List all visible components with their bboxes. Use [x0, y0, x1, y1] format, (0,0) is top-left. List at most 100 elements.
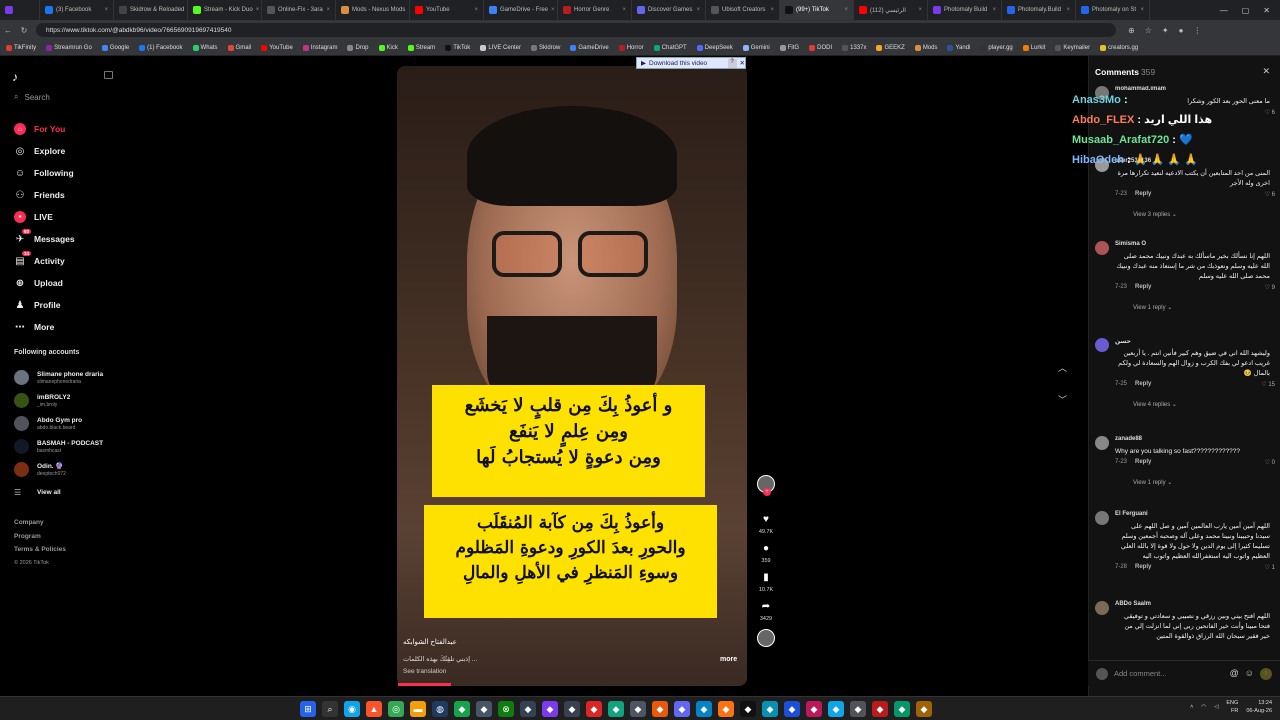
nav-item-activity[interactable]: ▤ 34 Activity: [14, 250, 75, 272]
close-icon[interactable]: ✕: [1263, 6, 1270, 15]
footer-company-link[interactable]: Company: [14, 516, 66, 530]
previous-video-icon[interactable]: ︿: [1058, 352, 1067, 384]
video-author[interactable]: عبدالفتاح الشوابكه: [403, 638, 457, 646]
profile-icon[interactable]: ●: [1179, 26, 1184, 35]
close-comments-icon[interactable]: ✕: [1262, 66, 1270, 77]
nav-item-explore[interactable]: ◎ Explore: [14, 140, 75, 162]
app-icon[interactable]: ◆: [872, 701, 888, 717]
url-field[interactable]: https://www.tiktok.com/@abdkb96/video/76…: [36, 23, 1116, 37]
save-action[interactable]: ▮ 10.7K: [753, 571, 779, 593]
bookmark-item[interactable]: TikTok: [445, 44, 470, 51]
nav-item-live[interactable]: ● LIVE: [14, 206, 75, 228]
next-video-icon[interactable]: ﹀: [1058, 384, 1067, 416]
video-progress-bar[interactable]: [398, 683, 451, 686]
nav-item-for-you[interactable]: ⌂ For You: [14, 118, 75, 140]
comment-author[interactable]: حسن: [1115, 338, 1131, 345]
app-icon[interactable]: ◆: [916, 701, 932, 717]
bookmark-item[interactable]: player.gg: [980, 44, 1013, 51]
app-icon[interactable]: ◆: [762, 701, 778, 717]
comment-author[interactable]: zanade88: [1115, 436, 1142, 442]
comment-like[interactable]: ♡ 9: [1265, 284, 1275, 291]
explorer-icon[interactable]: ▬: [410, 701, 426, 717]
comment-action[interactable]: ● 359: [753, 542, 779, 564]
browser-tab[interactable]: (3) Facebook ×: [40, 0, 114, 20]
reply-button[interactable]: Reply: [1135, 284, 1151, 290]
reply-button[interactable]: Reply: [1135, 459, 1151, 465]
comment-avatar[interactable]: [1095, 436, 1109, 450]
chrome-icon[interactable]: ◎: [388, 701, 404, 717]
bookmark-star-icon[interactable]: ☆: [1145, 26, 1152, 35]
reply-button[interactable]: Reply: [1135, 564, 1151, 570]
following-account[interactable]: BASMAH - PODCAST basmhcast: [14, 435, 103, 458]
bookmark-item[interactable]: Streamrun Go: [46, 44, 92, 51]
search-box[interactable]: ⌕ Search: [14, 92, 50, 102]
bookmark-item[interactable]: Horror: [618, 44, 644, 51]
bookmark-item[interactable]: Gemini: [742, 44, 770, 51]
comment-author[interactable]: El Ferguani: [1115, 511, 1148, 517]
tab-close-icon[interactable]: ×: [1066, 7, 1070, 13]
app-icon[interactable]: ◆: [718, 701, 734, 717]
comment-like[interactable]: ♡ 6: [1265, 109, 1275, 116]
app-icon[interactable]: ◆: [520, 701, 536, 717]
app-icon[interactable]: ◆: [696, 701, 712, 717]
bookmark-item[interactable]: GEEKZ: [876, 44, 905, 51]
xbox-icon[interactable]: ⊗: [498, 701, 514, 717]
browser-menu-icon[interactable]: ⋮: [1193, 26, 1201, 35]
collapse-sidebar-icon[interactable]: [104, 71, 113, 79]
nav-item-friends[interactable]: ⚇ Friends: [14, 184, 75, 206]
app-icon[interactable]: ◆: [564, 701, 580, 717]
app-icon[interactable]: ◆: [476, 701, 492, 717]
tab-close-icon[interactable]: ×: [992, 7, 996, 13]
tab-close-icon[interactable]: ×: [1140, 7, 1144, 13]
following-account[interactable]: Slimane phone draria slimanephonedraria: [14, 366, 103, 389]
tab-close-icon[interactable]: ×: [551, 7, 555, 13]
comment-avatar[interactable]: [1095, 241, 1109, 255]
bookmark-item[interactable]: DeepSeek: [696, 44, 733, 51]
following-account[interactable]: imBROLY2 _im.broly: [14, 389, 103, 412]
bookmark-item[interactable]: GameDrive: [570, 44, 609, 51]
view-replies-button[interactable]: View 3 replies ⌄: [1133, 211, 1177, 218]
view-all-link[interactable]: ☰ View all: [14, 481, 103, 504]
app-icon[interactable]: ◆: [652, 701, 668, 717]
wifi-icon[interactable]: ◠: [1201, 704, 1206, 710]
lang-indicator[interactable]: ENG: [1226, 699, 1238, 707]
comment-like[interactable]: ♡ 0: [1265, 459, 1275, 466]
comment-author[interactable]: ABDo Saalm: [1115, 601, 1151, 607]
share-action[interactable]: ➦ 3429: [753, 600, 779, 622]
tab-close-icon[interactable]: ×: [474, 7, 478, 13]
tab-close-icon[interactable]: ×: [256, 7, 260, 13]
bookmark-item[interactable]: Whats: [192, 44, 218, 51]
comment-like[interactable]: ♡ 1: [1265, 564, 1275, 571]
app-icon[interactable]: ◆: [740, 701, 756, 717]
app-icon[interactable]: ◆: [828, 701, 844, 717]
comment-author[interactable]: Simisma O: [1115, 241, 1146, 247]
follow-plus-icon[interactable]: +: [763, 488, 771, 496]
bookmark-item[interactable]: Drop: [347, 44, 369, 51]
comment-avatar[interactable]: [1095, 338, 1109, 352]
back-icon[interactable]: ←: [0, 26, 16, 35]
bookmark-item[interactable]: Skidrow: [531, 44, 560, 51]
bookmark-item[interactable]: DODI: [809, 44, 832, 51]
bookmark-item[interactable]: Kick: [378, 44, 398, 51]
maximize-icon[interactable]: ▢: [1242, 6, 1250, 15]
tab-close-icon[interactable]: ×: [844, 7, 848, 13]
reply-button[interactable]: Reply: [1135, 381, 1151, 387]
creator-avatar[interactable]: +: [757, 475, 775, 496]
bookmark-item[interactable]: Instagram: [302, 44, 337, 51]
view-replies-button[interactable]: View 4 replies ⌄: [1133, 401, 1177, 408]
browser-tab[interactable]: (99+) TikTok ×: [780, 0, 854, 20]
app-icon[interactable]: ◆: [674, 701, 690, 717]
footer-terms-link[interactable]: Terms & Policies: [14, 543, 66, 557]
windows-start-icon[interactable]: ⊞: [300, 701, 316, 717]
comment-input[interactable]: Add comment...: [1114, 669, 1167, 678]
app-icon[interactable]: ◆: [630, 701, 646, 717]
following-account[interactable]: Abdo Gym pro abdo.black.beard: [14, 412, 103, 435]
volume-icon[interactable]: ◁: [1214, 704, 1218, 710]
browser-tab[interactable]: الرئيسي (112) ×: [854, 0, 928, 20]
bookmark-item[interactable]: LIVE Center: [480, 44, 521, 51]
bookmark-item[interactable]: Yandi: [947, 44, 970, 51]
app-icon[interactable]: ◆: [850, 701, 866, 717]
app-icon[interactable]: ◆: [586, 701, 602, 717]
clock-time[interactable]: 13:24: [1246, 699, 1272, 707]
app-icon[interactable]: ◆: [806, 701, 822, 717]
